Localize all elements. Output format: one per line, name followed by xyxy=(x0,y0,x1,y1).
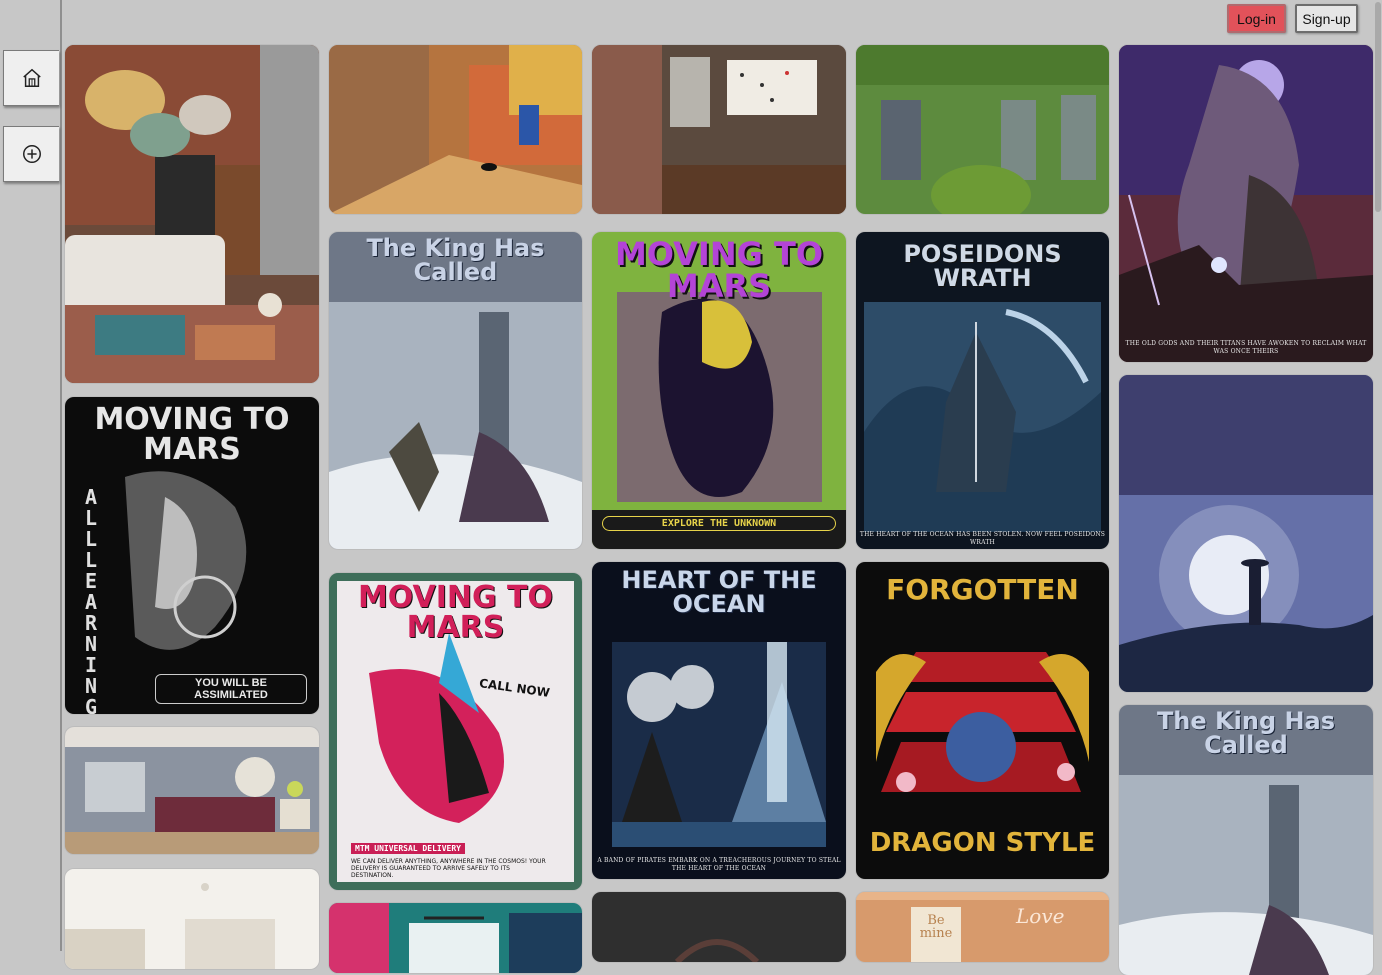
gallery-poster-poseidons-wrath[interactable]: POSEIDONS WRATH THE HEART OF THE OCEAN H… xyxy=(856,232,1109,549)
gallery-image-ivy-building[interactable] xyxy=(856,45,1109,214)
poster-footer: YOU WILL BE ASSIMILATED xyxy=(155,674,307,704)
gallery-poster-old-gods-titan[interactable]: THE OLD GODS AND THEIR TITANS HAVE AWOKE… xyxy=(1119,45,1373,362)
wall-art-text: Be mine xyxy=(919,913,953,941)
poster-title: The King Has Called xyxy=(366,234,545,286)
gallery-poster-king-has-called-2[interactable]: The King Has Called xyxy=(1119,705,1373,975)
page-scrollbar[interactable] xyxy=(1375,2,1381,212)
poster-title: The King Has Called xyxy=(1156,707,1336,759)
sidebar xyxy=(0,0,62,951)
poster-subtitle: DRAGON STYLE xyxy=(869,828,1096,858)
home-icon xyxy=(22,68,41,87)
poster-body: WE CAN DELIVER ANYTHING, ANYWHERE IN THE… xyxy=(351,858,546,879)
neon-sign-text: Love xyxy=(1016,904,1065,928)
gallery-image-warm-wall-art[interactable]: Be mine Love xyxy=(856,892,1109,962)
gallery-poster-king-has-called[interactable]: The King Has Called xyxy=(329,232,582,549)
poster-caption: A BAND OF PIRATES EMBARK ON A TREACHEROU… xyxy=(597,857,841,872)
gallery-poster-moving-to-mars-bw[interactable]: MOVING TO MARS ALL LEARNING YOU WILL BE … xyxy=(65,397,319,714)
gallery-image-brick-room[interactable] xyxy=(592,45,846,214)
poster-title: POSEIDONS WRATH xyxy=(903,240,1062,292)
gallery-poster-forgotten-dragon-style[interactable]: FORGOTTEN DRAGON STYLE xyxy=(856,562,1109,879)
add-circle-icon xyxy=(22,145,41,163)
gallery-image-bedroom[interactable] xyxy=(65,727,319,854)
poster-caption: THE OLD GODS AND THEIR TITANS HAVE AWOKE… xyxy=(1125,340,1367,355)
signup-button[interactable]: Sign-up xyxy=(1295,4,1358,33)
gallery-image-boho-living-room[interactable] xyxy=(65,45,319,383)
poster-delivery: MTM UNIVERSAL DELIVERY xyxy=(351,843,465,854)
gallery-poster-moving-to-mars-pink[interactable]: MOVING TO MARS CALL NOW MTM UNIVERSAL DE… xyxy=(329,573,582,890)
poster-title: MOVING TO MARS xyxy=(357,580,554,645)
add-button[interactable] xyxy=(3,126,59,182)
gallery-image-white-room[interactable] xyxy=(65,869,319,969)
gallery-image-village-street[interactable] xyxy=(329,45,582,214)
gallery-image-colorful-room[interactable] xyxy=(329,903,582,973)
poster-title: MOVING TO MARS xyxy=(614,235,824,305)
poster-caption: THE HEART OF THE OCEAN HAS BEEN STOLEN. … xyxy=(859,531,1106,546)
gallery-image-dark-headphones[interactable] xyxy=(592,892,846,962)
home-button[interactable] xyxy=(3,50,59,106)
login-button[interactable]: Log-in xyxy=(1227,4,1286,33)
gallery-poster-moving-to-mars-purple[interactable]: MOVING TO MARS EXPLORE THE UNKNOWN xyxy=(592,232,846,549)
gallery-image-moonlit-warrior[interactable] xyxy=(1119,375,1373,692)
gallery-poster-heart-of-the-ocean[interactable]: HEART OF THE OCEAN A BAND OF PIRATES EMB… xyxy=(592,562,846,879)
poster-title: FORGOTTEN xyxy=(886,573,1079,606)
poster-title: MOVING TO MARS xyxy=(94,402,290,467)
poster-side-text: ALL LEARNING xyxy=(85,485,98,715)
poster-title: HEART OF THE OCEAN xyxy=(621,566,817,618)
poster-footer: EXPLORE THE UNKNOWN xyxy=(602,516,836,531)
